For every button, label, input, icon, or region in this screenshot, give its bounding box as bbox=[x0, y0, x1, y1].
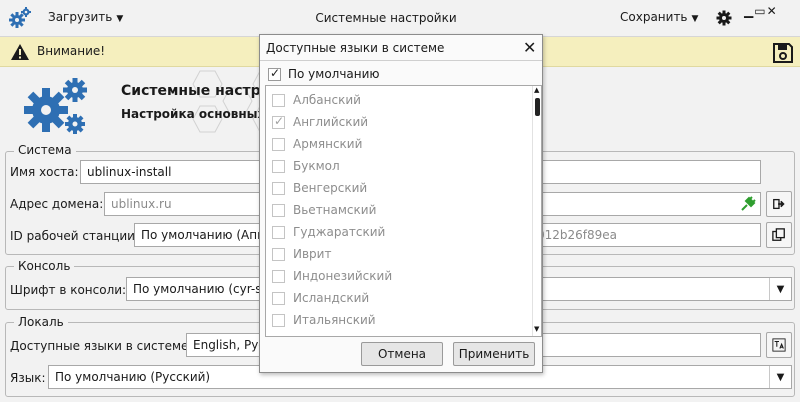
language-label: Гуджаратский bbox=[293, 225, 386, 239]
workstation-label: ID рабочей станции: bbox=[10, 229, 139, 243]
language-checkbox[interactable] bbox=[272, 292, 285, 305]
language-list-item[interactable]: Венгерский bbox=[272, 178, 522, 198]
scroll-down-icon[interactable]: ▼ bbox=[534, 325, 539, 333]
warning-text: Внимание! bbox=[37, 44, 106, 58]
locale-group-label: Локаль bbox=[14, 315, 68, 329]
language-list-item[interactable]: Иврит bbox=[272, 244, 522, 264]
language-checkbox[interactable] bbox=[272, 114, 285, 129]
system-group-label: Система bbox=[14, 143, 76, 157]
logout-icon bbox=[773, 198, 785, 210]
apply-button[interactable]: Применить bbox=[453, 342, 535, 366]
close-icon[interactable]: ✕ bbox=[523, 38, 536, 57]
language-checkbox[interactable] bbox=[272, 314, 285, 327]
language-label: Язык: bbox=[10, 371, 46, 385]
language-list-item[interactable]: Английский bbox=[272, 112, 522, 132]
warning-icon bbox=[11, 44, 29, 60]
default-checkbox-label: По умолчанию bbox=[288, 67, 380, 81]
language-list-item[interactable]: Албанский bbox=[272, 90, 522, 110]
scrollbar-thumb[interactable] bbox=[535, 98, 540, 116]
available-langs-label: Доступные языки в системе: bbox=[10, 339, 193, 353]
dialog-divider bbox=[260, 60, 542, 61]
language-checkbox[interactable] bbox=[272, 182, 285, 195]
language-list-item[interactable]: Армянский bbox=[272, 134, 522, 154]
language-checkbox[interactable] bbox=[272, 226, 285, 239]
default-checkbox[interactable] bbox=[268, 66, 281, 81]
language-label: Итальянский bbox=[293, 313, 376, 327]
language-label: Албанский bbox=[293, 93, 361, 107]
workstation-id-tail: 012b26f89ea bbox=[537, 228, 618, 242]
language-list-item[interactable]: Индонезийский bbox=[272, 266, 522, 286]
language-checkbox[interactable] bbox=[272, 248, 285, 261]
language-label: Армянский bbox=[293, 137, 363, 151]
language-checkbox[interactable] bbox=[272, 204, 285, 217]
copy-icon bbox=[772, 228, 785, 241]
chevron-down-icon: ▼ bbox=[691, 14, 699, 24]
settings-gears-icon bbox=[24, 78, 87, 134]
console-group-label: Консоль bbox=[14, 259, 75, 273]
languages-dialog: Доступные языки в системе ✕ По умолчанию… bbox=[259, 34, 543, 373]
language-list-item[interactable]: Вьетнамский bbox=[272, 200, 522, 220]
save-menu-label: Сохранить bbox=[620, 10, 688, 24]
translate-button[interactable] bbox=[766, 332, 792, 358]
window-controls[interactable]: ▁▭✕ bbox=[744, 4, 778, 18]
logout-button[interactable] bbox=[766, 191, 792, 217]
domain-label: Адрес домена: bbox=[10, 197, 104, 211]
console-font-label: Шрифт в консоли: bbox=[10, 283, 127, 297]
language-list-item[interactable]: Исландский bbox=[272, 288, 522, 308]
copy-button[interactable] bbox=[766, 222, 792, 248]
language-label: Английский bbox=[293, 115, 369, 129]
language-checkbox[interactable] bbox=[272, 160, 285, 173]
chevron-down-icon: ▼ bbox=[769, 366, 791, 388]
default-checkbox-row[interactable]: По умолчанию bbox=[268, 66, 528, 84]
cancel-button[interactable]: Отмена bbox=[361, 342, 443, 366]
language-label: Вьетнамский bbox=[293, 203, 377, 217]
domain-placeholder: ublinux.ru bbox=[111, 197, 172, 211]
hostname-label: Имя хоста: bbox=[10, 165, 79, 179]
language-label: Букмол bbox=[293, 159, 340, 173]
language-label: Индонезийский bbox=[293, 269, 393, 283]
plug-icon bbox=[741, 196, 756, 211]
language-list[interactable]: Албанский Английский Армянский Букмол Венгер… bbox=[265, 85, 542, 337]
language-checkbox[interactable] bbox=[272, 138, 285, 151]
language-value: По умолчанию (Русский) bbox=[55, 370, 211, 384]
scrollbar[interactable]: ▲ ▼ bbox=[532, 86, 541, 336]
gear-icon[interactable] bbox=[716, 10, 732, 26]
language-label: Исландский bbox=[293, 291, 370, 305]
chevron-down-icon: ▼ bbox=[769, 278, 791, 300]
save-icon[interactable] bbox=[772, 42, 794, 64]
scroll-up-icon[interactable]: ▲ bbox=[534, 86, 539, 94]
language-checkbox[interactable] bbox=[272, 270, 285, 283]
save-menu[interactable]: Сохранить ▼ bbox=[620, 10, 698, 24]
language-label: Венгерский bbox=[293, 181, 368, 195]
translate-icon bbox=[772, 338, 786, 352]
language-list-item[interactable]: Итальянский bbox=[272, 310, 522, 330]
language-list-item[interactable]: Гуджаратский bbox=[272, 222, 522, 242]
language-list-item[interactable]: Букмол bbox=[272, 156, 522, 176]
language-checkbox[interactable] bbox=[272, 94, 285, 107]
dialog-title: Доступные языки в системе bbox=[266, 41, 445, 55]
language-label: Иврит bbox=[293, 247, 332, 261]
